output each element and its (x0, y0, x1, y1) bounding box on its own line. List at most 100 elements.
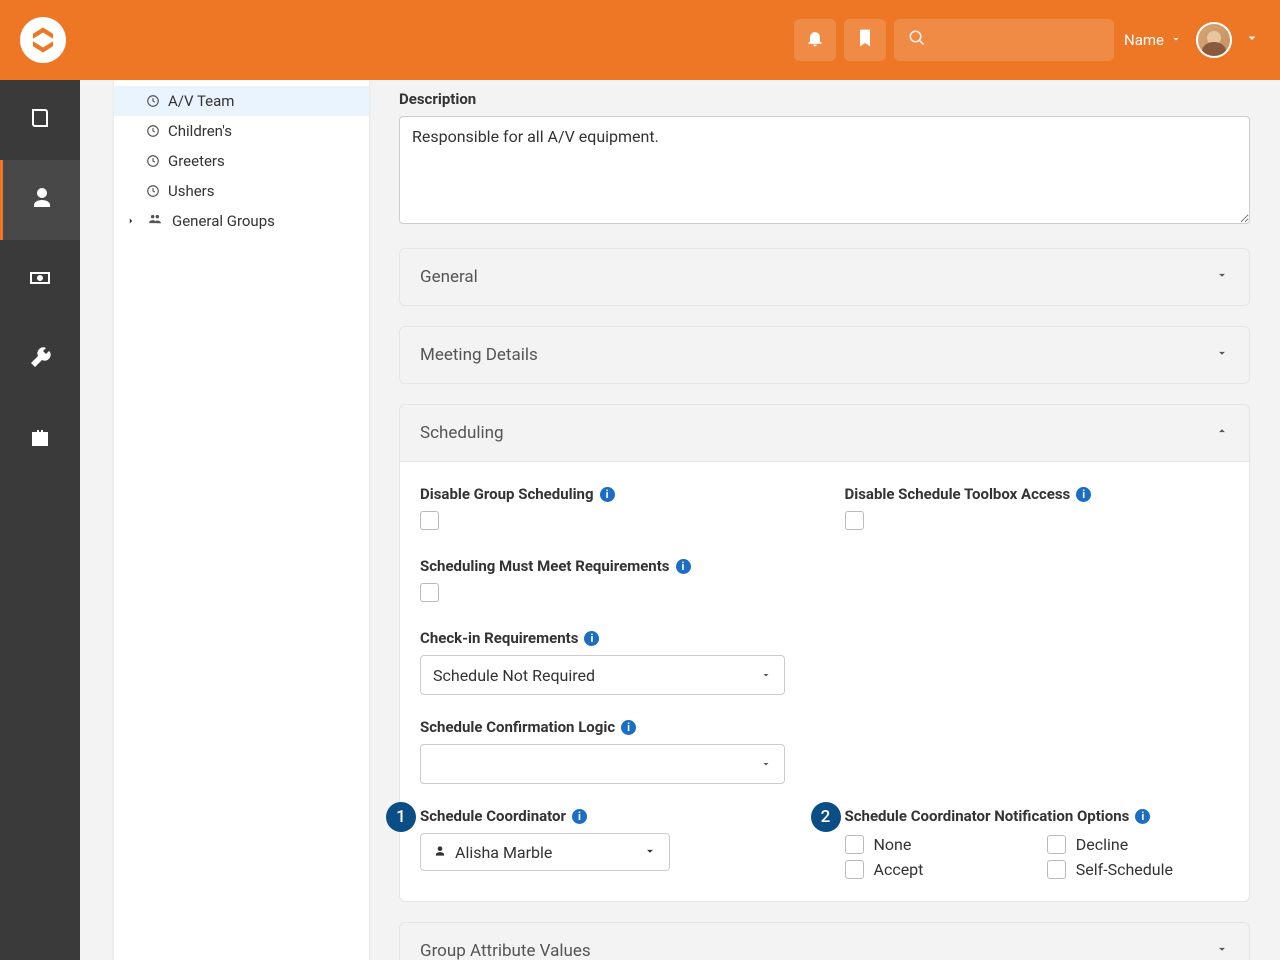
chevron-down-icon (760, 666, 772, 685)
wrench-icon (28, 346, 52, 374)
clock-icon (146, 154, 160, 168)
must-meet-checkbox[interactable] (420, 583, 439, 602)
bell-icon (805, 28, 825, 52)
clock-icon (146, 94, 160, 108)
callout-1: 1 (386, 802, 416, 832)
nav-people[interactable] (0, 160, 80, 240)
disable-group-scheduling-label: Disable Group Scheduling (420, 485, 594, 503)
notify-none-checkbox[interactable] (845, 835, 864, 854)
nav-finance[interactable] (0, 240, 80, 320)
notify-none-label: None (874, 835, 912, 854)
notifications-button[interactable] (794, 19, 836, 61)
person-icon (433, 843, 447, 862)
form-area: Description General Meeting Details (399, 80, 1250, 960)
coordinator-label: Schedule Coordinator (420, 807, 566, 825)
money-icon (28, 266, 52, 294)
user-avatar[interactable] (1196, 22, 1232, 58)
chevron-down-icon (1215, 941, 1229, 960)
group-tree: A/V Team Children's Greeters Ushers (114, 80, 369, 960)
panel-title: Group Attribute Values (420, 941, 591, 960)
notify-accept-checkbox[interactable] (845, 860, 864, 879)
chevron-down-icon (1215, 345, 1229, 365)
tree-item-av-team[interactable]: A/V Team (114, 86, 369, 116)
bookmarks-button[interactable] (844, 19, 886, 61)
person-icon (30, 186, 54, 214)
panel-title: General (420, 267, 478, 287)
notify-decline-checkbox[interactable] (1047, 835, 1066, 854)
tree-item-label: Ushers (168, 182, 215, 200)
info-icon[interactable]: i (600, 487, 615, 502)
panel-scheduling-header[interactable]: Scheduling (400, 405, 1249, 461)
tree-parent-label: General Groups (172, 212, 275, 230)
panel-general: General (399, 248, 1250, 306)
top-bar: Name (0, 0, 1280, 80)
content: A/V Team Children's Greeters Ushers (0, 80, 1280, 960)
panel-scheduling: Scheduling Disable Group Scheduling i (399, 404, 1250, 902)
info-icon[interactable]: i (621, 720, 636, 735)
disable-toolbox-label: Disable Schedule Toolbox Access (845, 485, 1071, 503)
notify-self-label: Self-Schedule (1076, 860, 1173, 879)
main: A/V Team Children's Greeters Ushers (80, 80, 1280, 960)
notify-accept-label: Accept (874, 860, 924, 879)
description-label: Description (399, 90, 1250, 108)
description-textarea[interactable] (399, 116, 1250, 224)
chevron-down-icon (760, 755, 772, 774)
caret-down-icon (1170, 31, 1182, 49)
search-type-label: Name (1124, 31, 1164, 49)
checkin-req-select[interactable]: Schedule Not Required (420, 655, 785, 695)
tree-item-greeters[interactable]: Greeters (114, 146, 369, 176)
tree-item-label: A/V Team (168, 92, 234, 110)
disable-toolbox-checkbox[interactable] (845, 511, 864, 530)
nav-admin[interactable] (0, 400, 80, 480)
info-icon[interactable]: i (1076, 487, 1091, 502)
checkin-req-label: Check-in Requirements (420, 629, 578, 647)
info-icon[interactable]: i (1135, 809, 1150, 824)
tree-item-label: Children's (168, 122, 232, 140)
panel-general-header[interactable]: General (400, 249, 1249, 305)
tree-item-ushers[interactable]: Ushers (114, 176, 369, 206)
tree-item-label: Greeters (168, 152, 225, 170)
disable-group-scheduling-checkbox[interactable] (420, 511, 439, 530)
book-icon (28, 106, 52, 134)
chevron-up-icon (1215, 423, 1229, 443)
left-nav (0, 80, 80, 960)
callout-2: 2 (811, 802, 841, 832)
panel-title: Scheduling (420, 423, 504, 443)
search-icon (908, 29, 926, 51)
bookmark-icon (855, 28, 875, 52)
caret-down-icon (643, 843, 657, 862)
info-icon[interactable]: i (572, 809, 587, 824)
search-input[interactable] (894, 19, 1114, 61)
panel-meeting-header[interactable]: Meeting Details (400, 327, 1249, 383)
info-icon[interactable]: i (584, 631, 599, 646)
clock-icon (146, 124, 160, 138)
chevron-down-icon (1215, 267, 1229, 287)
notify-self-checkbox[interactable] (1047, 860, 1066, 879)
clock-icon (146, 184, 160, 198)
nav-books[interactable] (0, 80, 80, 160)
panel-scheduling-body: Disable Group Scheduling i Disable Sched… (400, 461, 1249, 901)
user-menu-toggle[interactable] (1244, 30, 1260, 50)
must-meet-label: Scheduling Must Meet Requirements (420, 557, 670, 575)
confirm-logic-label: Schedule Confirmation Logic (420, 718, 615, 736)
panel-title: Meeting Details (420, 345, 538, 365)
panel-group-attr-header[interactable]: Group Attribute Values (400, 923, 1249, 960)
panel-meeting: Meeting Details (399, 326, 1250, 384)
chevron-down-icon (1244, 31, 1260, 50)
search-type-dropdown[interactable]: Name (1124, 31, 1182, 49)
notify-label: Schedule Coordinator Notification Option… (845, 807, 1130, 825)
app-logo[interactable] (20, 17, 66, 63)
checkin-req-value: Schedule Not Required (433, 666, 595, 685)
notify-decline-label: Decline (1076, 835, 1128, 854)
panel-group-attr: Group Attribute Values (399, 922, 1250, 960)
confirm-logic-select[interactable] (420, 744, 785, 784)
nav-tools[interactable] (0, 320, 80, 400)
chevron-right-icon (126, 212, 138, 230)
tree-item-childrens[interactable]: Children's (114, 116, 369, 146)
info-icon[interactable]: i (676, 559, 691, 574)
briefcase-icon (28, 426, 52, 454)
users-icon (146, 212, 164, 230)
tree-parent-general-groups[interactable]: General Groups (114, 206, 369, 236)
coordinator-picker[interactable]: Alisha Marble (420, 833, 670, 871)
coordinator-value: Alisha Marble (455, 843, 552, 862)
